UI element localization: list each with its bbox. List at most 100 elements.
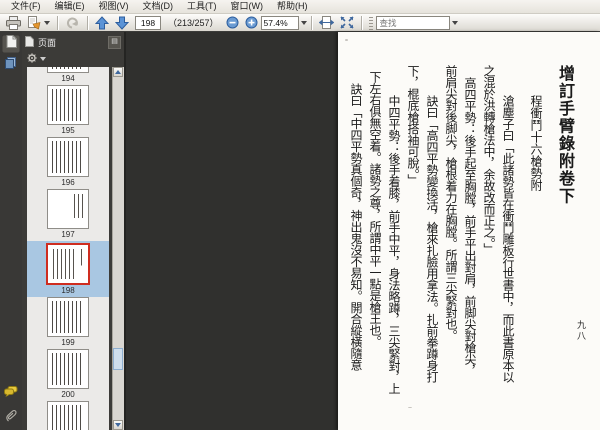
- text-column: 滄塵子曰「此諸勢皆在衝鬥雕板行世書中，而此書原本以: [501, 95, 515, 383]
- zoom-out-icon: [226, 16, 239, 29]
- thumbnail-page-number: 194: [61, 74, 75, 83]
- fit-width-icon: [318, 16, 334, 29]
- thumbnail-image[interactable]: [47, 297, 89, 337]
- print-button[interactable]: [3, 14, 24, 32]
- thumbnail-image[interactable]: [46, 243, 90, 285]
- triangle-down-icon: [115, 423, 121, 427]
- toolbar-separator: [87, 15, 88, 30]
- zoom-in-button[interactable]: [242, 14, 261, 32]
- page-count-label: （213/257）: [168, 18, 219, 28]
- zoom-level-input[interactable]: [260, 15, 299, 30]
- thumbnail-image[interactable]: [47, 189, 89, 229]
- export-document-icon: [27, 15, 42, 30]
- gear-dropdown-caret[interactable]: [40, 56, 46, 61]
- page-smudge: [408, 407, 412, 408]
- previous-view-icon: [65, 16, 80, 30]
- thumbnail-image[interactable]: [47, 401, 89, 430]
- menu-bar: 文件(F) 编辑(E) 视图(V) 文档(D) 工具(T) 窗口(W) 帮助(H…: [0, 0, 600, 14]
- layers-icon: [5, 56, 17, 74]
- menu-tools[interactable]: 工具(T): [180, 0, 224, 13]
- page-thumbnail[interactable]: 201: [27, 401, 109, 430]
- text-column: 程衝鬥十六槍勢附: [529, 95, 543, 191]
- thumbnail-page-number: 196: [61, 178, 75, 187]
- page-number-input[interactable]: [135, 15, 161, 30]
- navigation-icon-strip: [0, 32, 22, 430]
- layers-tab-button[interactable]: [2, 56, 20, 74]
- page-down-icon: [115, 16, 129, 30]
- panel-options-button[interactable]: ▤: [108, 35, 121, 49]
- search-dropdown-caret[interactable]: [451, 20, 458, 25]
- text-column: 訣曰「中四平勢真個奇，神出鬼沒不易知。開合縱橫隨意: [349, 83, 363, 371]
- previous-page-button[interactable]: [92, 14, 112, 32]
- thumbnail-page-number: 200: [61, 390, 75, 399]
- menu-document[interactable]: 文档(D): [136, 0, 181, 13]
- search-input[interactable]: [375, 15, 450, 30]
- scroll-up-button[interactable]: [113, 67, 123, 77]
- triangle-up-icon: [115, 70, 121, 74]
- pages-icon: [6, 35, 17, 53]
- menu-edit[interactable]: 编辑(E): [48, 0, 92, 13]
- previous-view-button[interactable]: [62, 14, 83, 32]
- menu-view[interactable]: 视图(V): [92, 0, 136, 13]
- thumbnail-scrollbar[interactable]: [112, 67, 124, 430]
- thumbnail-image[interactable]: [47, 67, 89, 73]
- thumbnail-image[interactable]: [47, 349, 89, 389]
- content-area: 页面 ▤ 194 195 196 197 198 199 200 201 增訂手臂錄附卷下程衝…: [0, 31, 600, 430]
- toolbar-grip-handle[interactable]: [368, 15, 373, 30]
- folio-page-number: 九八: [576, 320, 586, 342]
- page-smudge: [345, 39, 348, 41]
- page-thumbnail[interactable]: 200: [27, 349, 109, 401]
- thumbnail-page-number: 197: [61, 230, 75, 239]
- page-thumbnail[interactable]: 196: [27, 137, 109, 189]
- next-page-button[interactable]: [112, 14, 132, 32]
- gear-icon[interactable]: [27, 50, 37, 68]
- scrollbar-thumb[interactable]: [113, 348, 123, 370]
- fit-page-icon: [339, 16, 354, 29]
- toolbar-separator: [57, 15, 58, 30]
- menu-file[interactable]: 文件(F): [4, 0, 48, 13]
- pdf-reader-window: 文件(F) 编辑(E) 视图(V) 文档(D) 工具(T) 窗口(W) 帮助(H…: [0, 0, 600, 430]
- document-canvas[interactable]: 增訂手臂錄附卷下 程衝鬥十六槍勢附 滄塵子曰「此諸勢皆在衝鬥雕板行世書中，而此書原本…: [126, 32, 600, 430]
- pages-panel-title: 页面: [38, 37, 57, 48]
- thumbnail-page-number: 199: [61, 338, 75, 347]
- thumbnail-image[interactable]: [47, 137, 89, 177]
- text-column: 高四平勢：後手起至胸膛，前手平出對肩，前脚尖對槍尖，: [463, 77, 477, 376]
- page-thumbnail[interactable]: 199: [27, 297, 109, 349]
- pages-tab-button[interactable]: [2, 35, 20, 53]
- text-column: 之混於洪轉槍法中，余故改而正之。」: [482, 65, 496, 255]
- zoom-in-icon: [245, 16, 258, 29]
- toolbar-separator: [360, 15, 362, 30]
- comments-tab-button[interactable]: [2, 384, 20, 402]
- pages-panel-header: 页面 ▤: [22, 32, 124, 52]
- thumbnail-image[interactable]: [47, 85, 89, 125]
- zoom-out-button[interactable]: [223, 14, 242, 32]
- text-column: 中四平勢：後手着膝，前手中平，身法略蹲，三尖緊對，上: [387, 95, 401, 394]
- vertical-text-block: 增訂手臂錄附卷下 程衝鬥十六槍勢附 滄塵子曰「此諸勢皆在衝鬥雕板行世書中，而此書原本…: [343, 65, 573, 405]
- fit-page-button[interactable]: [337, 14, 357, 32]
- menu-window[interactable]: 窗口(W): [224, 0, 271, 13]
- menu-help[interactable]: 帮助(H): [270, 0, 315, 13]
- comments-icon: [4, 384, 18, 402]
- pages-panel: 页面 ▤ 194 195 196 197 198 199 200 201: [22, 32, 126, 430]
- document-page: 增訂手臂錄附卷下 程衝鬥十六槍勢附 滄塵子曰「此諸勢皆在衝鬥雕板行世書中，而此書原本…: [338, 32, 600, 430]
- text-column: 下，棍底槍搭袖可脫。」: [406, 65, 420, 186]
- text-column: 訣曰「高四平勢變換活，槍來扎臉用拿法。扎前拳蹲身打: [425, 95, 439, 383]
- page-thumbnail[interactable]: 197: [27, 189, 109, 241]
- page-thumbnail[interactable]: 194: [27, 67, 109, 85]
- thumbnail-list: 194 195 196 197 198 199 200 201: [27, 67, 109, 430]
- text-column: 增訂手臂錄附卷下: [556, 65, 573, 205]
- attachments-tab-button[interactable]: [2, 409, 20, 427]
- scroll-down-button[interactable]: [113, 420, 123, 430]
- toolbar: （213/257）: [0, 14, 600, 32]
- page-up-icon: [95, 15, 109, 30]
- text-column: 前肩尖對後脚尖，槍根着力在胸膛。所謂三尖緊對也。: [444, 65, 458, 341]
- page-thumbnail-current[interactable]: 198: [27, 241, 109, 297]
- zoom-dropdown-caret[interactable]: [300, 20, 307, 25]
- fit-width-button[interactable]: [316, 14, 337, 32]
- export-dropdown-caret: [44, 20, 50, 25]
- printer-icon: [6, 15, 21, 30]
- page-thumbnail[interactable]: 195: [27, 85, 109, 137]
- page-tab-icon: [25, 35, 34, 49]
- thumbnail-options-row: [22, 52, 124, 65]
- export-button[interactable]: [24, 14, 53, 32]
